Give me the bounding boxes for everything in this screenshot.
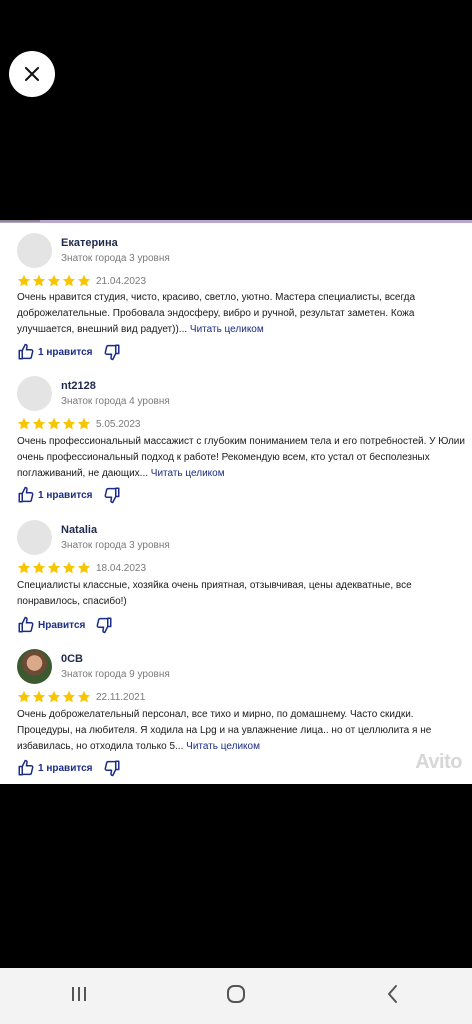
- thumbs-up-icon: [18, 343, 34, 360]
- divider: [0, 220, 472, 223]
- recent-apps-button[interactable]: [67, 982, 91, 1011]
- star-icon: [47, 690, 61, 703]
- avatar: [17, 233, 52, 268]
- review-actions: 1 нравится: [17, 486, 121, 504]
- like-button[interactable]: 1 нравится: [17, 759, 93, 777]
- back-icon: [388, 984, 398, 1003]
- avatar: [17, 649, 52, 684]
- star-icon: [77, 417, 91, 430]
- review-actions: 1 нравится: [17, 343, 121, 361]
- home-icon: [226, 984, 245, 1003]
- like-count: Нравится: [38, 619, 86, 631]
- close-icon: [25, 67, 39, 81]
- home-button[interactable]: [224, 982, 248, 1011]
- recent-apps-icon: [71, 986, 86, 1001]
- divider: [0, 220, 40, 222]
- thumbs-up-icon: [18, 486, 34, 503]
- like-button[interactable]: 1 нравится: [17, 486, 93, 504]
- dislike-button[interactable]: [103, 486, 121, 504]
- review-body: Специалисты классные, хозяйка очень прия…: [17, 580, 412, 607]
- review-date: 18.04.2023: [96, 563, 147, 574]
- dislike-button[interactable]: [103, 343, 121, 361]
- thumbs-down-icon: [104, 344, 120, 361]
- review-date: 5.05.2023: [96, 419, 141, 430]
- read-more-link[interactable]: Читать целиком: [151, 468, 225, 479]
- star-icon: [62, 417, 76, 430]
- rating-stars: [17, 274, 91, 288]
- avatar: [17, 520, 52, 555]
- rating-stars: [17, 690, 91, 704]
- star-icon: [62, 274, 76, 287]
- like-count: 1 нравится: [38, 346, 93, 358]
- review-actions: 1 нравится: [17, 759, 121, 777]
- system-navigation-bar: [0, 968, 472, 1024]
- star-icon: [32, 274, 46, 287]
- review-text: Очень доброжелательный персонал, все тих…: [17, 707, 469, 755]
- like-button[interactable]: 1 нравится: [17, 343, 93, 361]
- rating-stars: [17, 561, 91, 575]
- review-text: Специалисты классные, хозяйка очень прия…: [17, 578, 469, 610]
- dislike-button[interactable]: [103, 759, 121, 777]
- reviewer-name: Екатерина: [61, 237, 118, 249]
- review-body: Очень профессиональный массажист с глубо…: [17, 436, 465, 479]
- star-icon: [77, 274, 91, 287]
- thumbs-up-icon: [18, 759, 34, 776]
- thumbs-down-icon: [96, 617, 112, 634]
- reviewer-level: Знаток города 3 уровня: [61, 540, 170, 551]
- like-count: 1 нравится: [38, 489, 93, 501]
- star-icon: [47, 417, 61, 430]
- star-icon: [32, 561, 46, 574]
- star-icon: [62, 690, 76, 703]
- reviewer-level: Знаток города 3 уровня: [61, 253, 170, 264]
- read-more-link[interactable]: Читать целиком: [190, 324, 264, 335]
- reviewer-level: Знаток города 4 уровня: [61, 396, 170, 407]
- star-icon: [47, 561, 61, 574]
- read-more-link[interactable]: Читать целиком: [186, 741, 260, 752]
- review-actions: Нравится: [17, 616, 113, 634]
- review-date: 22.11.2021: [96, 692, 146, 703]
- back-button[interactable]: [381, 982, 405, 1011]
- avito-watermark: Avito: [415, 751, 462, 773]
- star-icon: [17, 690, 31, 703]
- star-icon: [17, 274, 31, 287]
- avatar: [17, 376, 52, 411]
- star-icon: [17, 561, 31, 574]
- close-button[interactable]: [9, 51, 55, 97]
- thumbs-down-icon: [104, 487, 120, 504]
- review-screenshot: Екатерина Знаток города 3 уровня 21.04.2…: [0, 220, 472, 784]
- dislike-button[interactable]: [95, 616, 113, 634]
- reviewer-name: nt2128: [61, 380, 96, 392]
- star-icon: [47, 274, 61, 287]
- star-icon: [62, 561, 76, 574]
- star-icon: [77, 690, 91, 703]
- thumbs-up-icon: [18, 616, 34, 633]
- like-button[interactable]: Нравится: [17, 616, 85, 634]
- rating-stars: [17, 417, 91, 431]
- star-icon: [77, 561, 91, 574]
- thumbs-down-icon: [104, 760, 120, 777]
- star-icon: [32, 690, 46, 703]
- review-date: 21.04.2023: [96, 276, 147, 287]
- review-text: Очень профессиональный массажист с глубо…: [17, 434, 469, 482]
- reviewer-name: Natalia: [61, 524, 98, 536]
- star-icon: [17, 417, 31, 430]
- like-count: 1 нравится: [38, 762, 93, 774]
- reviewer-name: 0СВ: [61, 653, 84, 665]
- reviewer-level: Знаток города 9 уровня: [61, 669, 170, 680]
- star-icon: [32, 417, 46, 430]
- review-text: Очень нравится студия, чисто, красиво, с…: [17, 290, 469, 338]
